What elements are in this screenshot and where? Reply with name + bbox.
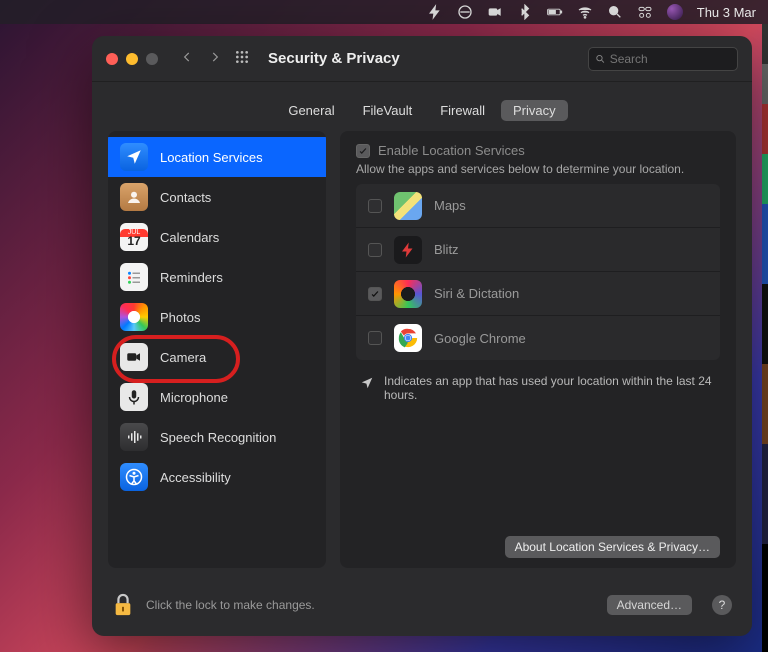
app-checkbox[interactable] (368, 331, 382, 345)
zoom-button[interactable] (146, 53, 158, 65)
footer: Click the lock to make changes. Advanced… (92, 580, 752, 636)
nav-back-button[interactable] (180, 50, 194, 67)
user-avatar[interactable] (667, 4, 683, 20)
app-list: Maps Blitz Siri & Dictation Google Chrome (356, 184, 720, 360)
close-button[interactable] (106, 53, 118, 65)
bluetooth-icon[interactable] (517, 4, 533, 20)
search-input[interactable] (610, 52, 731, 66)
indicator-text: Indicates an app that has used your loca… (384, 374, 716, 402)
sidebar-item-label: Contacts (160, 190, 211, 205)
right-edge-decoration (762, 24, 768, 652)
menubar: Thu 3 Mar (0, 0, 768, 24)
sidebar-item-label: Speech Recognition (160, 430, 276, 445)
enable-location-checkbox[interactable] (356, 144, 370, 158)
location-arrow-icon (360, 376, 374, 390)
sidebar-item-accessibility[interactable]: Accessibility (108, 457, 326, 497)
sidebar-item-label: Photos (160, 310, 200, 325)
enable-location-row: Enable Location Services (356, 143, 720, 158)
app-row-blitz: Blitz (356, 228, 720, 272)
sidebar-item-label: Reminders (160, 270, 223, 285)
sidebar-item-reminders[interactable]: Reminders (108, 257, 326, 297)
minimize-button[interactable] (126, 53, 138, 65)
search-field[interactable] (588, 47, 738, 71)
sidebar-item-label: Location Services (160, 150, 263, 165)
indicator-note: Indicates an app that has used your loca… (360, 374, 716, 402)
video-icon[interactable] (487, 4, 503, 20)
tab-firewall[interactable]: Firewall (428, 100, 497, 121)
battery-icon[interactable] (547, 4, 563, 20)
bolt-icon[interactable] (427, 4, 443, 20)
sidebar-item-location-services[interactable]: Location Services (108, 137, 326, 177)
sidebar-item-label: Camera (160, 350, 206, 365)
tab-filevault[interactable]: FileVault (351, 100, 425, 121)
tab-privacy[interactable]: Privacy (501, 100, 568, 121)
app-checkbox[interactable] (368, 287, 382, 301)
lock-text: Click the lock to make changes. (146, 598, 315, 612)
show-all-icon[interactable] (234, 49, 250, 68)
window-title: Security & Privacy (268, 50, 400, 67)
menubar-date[interactable]: Thu 3 Mar (697, 5, 756, 20)
app-checkbox[interactable] (368, 199, 382, 213)
wifi-icon[interactable] (577, 4, 593, 20)
app-row-google-chrome: Google Chrome (356, 316, 720, 360)
sidebar-item-camera[interactable]: Camera (108, 337, 326, 377)
sidebar-item-label: Accessibility (160, 470, 231, 485)
prefs-window: Security & Privacy GeneralFileVaultFirew… (92, 36, 752, 636)
sidebar-item-label: Calendars (160, 230, 219, 245)
help-button[interactable]: ? (712, 595, 732, 615)
enable-location-label: Enable Location Services (378, 143, 525, 158)
sidebar-item-contacts[interactable]: Contacts (108, 177, 326, 217)
nav-forward-button[interactable] (208, 50, 222, 67)
app-row-siri-dictation: Siri & Dictation (356, 272, 720, 316)
sidebar-item-microphone[interactable]: Microphone (108, 377, 326, 417)
detail-subtext: Allow the apps and services below to det… (356, 162, 720, 176)
vpn-icon[interactable] (457, 4, 473, 20)
advanced-button[interactable]: Advanced… (607, 595, 692, 615)
sidebar: Location Services Contacts JUL17Calendars R… (108, 131, 326, 568)
app-name-label: Google Chrome (434, 331, 526, 346)
sidebar-item-speech-recognition[interactable]: Speech Recognition (108, 417, 326, 457)
control-center-icon[interactable] (637, 4, 653, 20)
tab-general[interactable]: General (276, 100, 346, 121)
tabs: GeneralFileVaultFirewallPrivacy (92, 82, 752, 131)
app-checkbox[interactable] (368, 243, 382, 257)
sidebar-item-photos[interactable]: Photos (108, 297, 326, 337)
sidebar-item-label: Microphone (160, 390, 228, 405)
lock-icon[interactable] (112, 592, 134, 618)
app-name-label: Blitz (434, 242, 459, 257)
spotlight-icon[interactable] (607, 4, 623, 20)
app-name-label: Maps (434, 198, 466, 213)
app-row-maps: Maps (356, 184, 720, 228)
sidebar-item-calendars[interactable]: JUL17Calendars (108, 217, 326, 257)
detail-pane: Enable Location Services Allow the apps … (340, 131, 736, 568)
app-name-label: Siri & Dictation (434, 286, 519, 301)
traffic-lights (106, 53, 158, 65)
about-button[interactable]: About Location Services & Privacy… (505, 536, 720, 558)
titlebar: Security & Privacy (92, 36, 752, 82)
search-icon (595, 53, 606, 65)
